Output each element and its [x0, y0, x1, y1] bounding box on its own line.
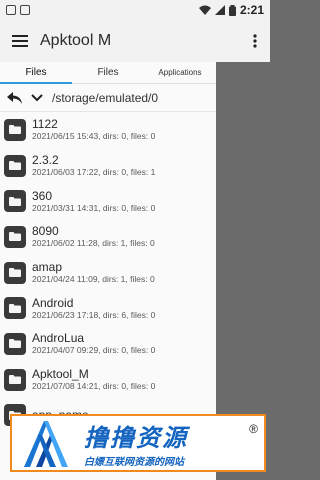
banner-title: 撸撸资源 — [84, 424, 188, 452]
file-name: Apktool_M — [32, 367, 89, 382]
file-meta: 2021/04/07 09:29, dirs: 0, files: 0 — [32, 345, 156, 356]
file-meta: 2021/06/15 15:43, dirs: 0, files: 0 — [32, 131, 156, 142]
more-vertical-icon[interactable] — [240, 20, 270, 62]
file-meta: 2021/06/23 17:18, dirs: 6, files: 0 — [32, 309, 156, 320]
list-item[interactable]: 2.3.2 2021/06/03 17:22, dirs: 0, files: 1 — [0, 148, 216, 184]
status-bar: 2:21 — [0, 0, 270, 20]
file-meta: 2021/03/31 14:31, dirs: 0, files: 0 — [32, 202, 156, 213]
file-meta: 2021/06/02 11:28, dirs: 1, files: 0 — [32, 238, 155, 249]
file-meta: 2021/04/24 11:09, dirs: 1, files: 0 — [32, 274, 155, 285]
folder-icon — [4, 118, 26, 141]
file-name: 2.3.2 — [32, 153, 59, 168]
gallery-icon — [6, 5, 16, 15]
chevron-down-icon[interactable] — [26, 87, 48, 109]
folder-icon — [4, 154, 26, 177]
banner-subtitle: 白嫖互联网资源的网站 — [84, 457, 184, 468]
logo-icon — [18, 417, 74, 469]
signal-icon — [214, 5, 225, 15]
file-name: 8090 — [32, 224, 59, 239]
wifi-icon — [198, 5, 211, 15]
app-title: Apktool M — [40, 32, 112, 49]
list-item[interactable]: amap 2021/04/24 11:09, dirs: 1, files: 0 — [0, 255, 216, 291]
folder-icon — [4, 261, 26, 284]
current-path: /storage/emulated/0 — [52, 90, 159, 105]
tab-bar: Files Files Applications — [0, 62, 216, 84]
file-name: 1122 — [32, 117, 58, 132]
folder-icon — [4, 190, 26, 213]
screenshot-icon — [20, 5, 30, 15]
status-time: 2:21 — [239, 3, 264, 17]
hamburger-menu-icon[interactable] — [0, 20, 40, 62]
registered-mark: ® — [249, 422, 258, 436]
file-meta: 2021/07/08 14:21, dirs: 0, files: 0 — [32, 381, 156, 392]
back-arrow-icon[interactable] — [4, 87, 26, 109]
list-item[interactable]: 8090 2021/06/02 11:28, dirs: 1, files: 0 — [0, 219, 216, 255]
screen: 2:21 Apktool M Files Files Applications … — [0, 0, 270, 480]
file-name: AndroLua — [32, 331, 85, 346]
list-item[interactable]: 360 2021/03/31 14:31, dirs: 0, files: 0 — [0, 183, 216, 219]
file-list: 1122 2021/06/15 15:43, dirs: 0, files: 0 … — [0, 112, 216, 433]
list-item[interactable]: Apktool_M 2021/07/08 14:21, dirs: 0, file… — [0, 362, 216, 398]
tab-files-secondary[interactable]: Files — [72, 62, 144, 83]
folder-icon — [4, 297, 26, 320]
list-item[interactable]: 1122 2021/06/15 15:43, dirs: 0, files: 0 — [0, 112, 216, 148]
file-name: Android — [32, 295, 74, 310]
battery-icon — [228, 4, 236, 16]
file-name: 360 — [32, 188, 53, 203]
file-name: amap — [32, 260, 63, 275]
file-meta: 2021/06/03 17:22, dirs: 0, files: 1 — [32, 167, 156, 178]
folder-icon — [4, 225, 26, 248]
folder-icon — [4, 368, 26, 391]
watermark-banner: 撸撸资源 白嫖互联网资源的网站 ® — [10, 414, 266, 472]
list-item[interactable]: AndroLua 2021/04/07 09:29, dirs: 0, files… — [0, 326, 216, 362]
path-bar: /storage/emulated/0 — [0, 84, 216, 112]
folder-icon — [4, 332, 26, 355]
tab-applications[interactable]: Applications — [144, 62, 216, 83]
app-bar: Apktool M — [0, 20, 270, 62]
list-item[interactable]: Android 2021/06/23 17:18, dirs: 6, files:… — [0, 290, 216, 326]
tab-files-primary[interactable]: Files — [0, 62, 72, 84]
